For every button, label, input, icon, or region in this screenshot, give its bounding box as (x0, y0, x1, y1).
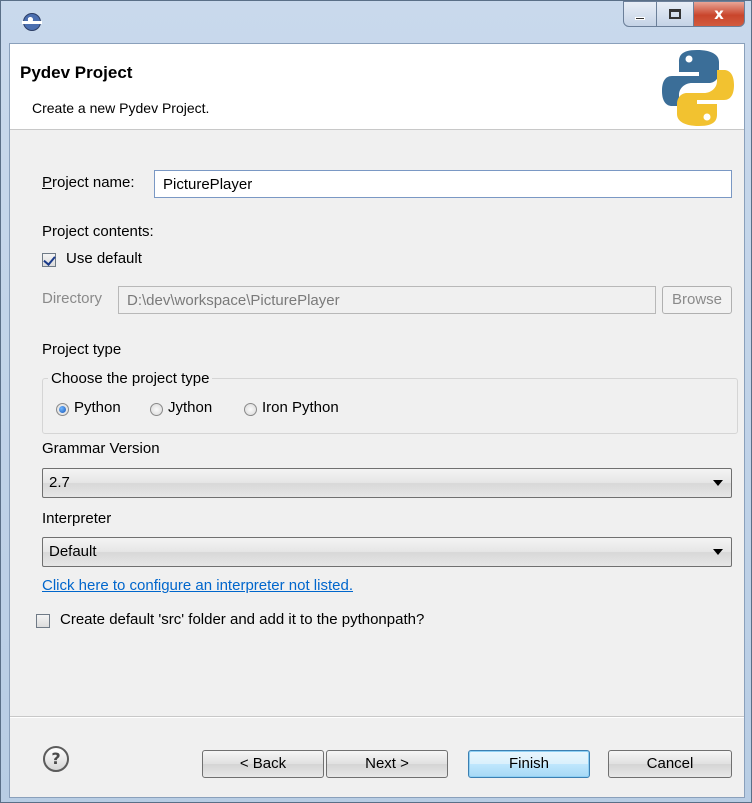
use-default-checkbox[interactable] (42, 253, 56, 267)
grammar-version-label: Grammar Version (42, 440, 160, 457)
jython-radio-label: Jython (168, 399, 213, 416)
browse-button: Browse (662, 286, 732, 314)
title-bar[interactable]: x (1, 1, 751, 43)
interpreter-label: Interpreter (42, 510, 112, 527)
page-title: Pydev Project (20, 63, 133, 82)
directory-input (118, 286, 656, 314)
configure-interpreter-link[interactable]: Click here to configure an interpreter n… (42, 577, 353, 594)
python-logo (662, 50, 734, 126)
project-name-input[interactable] (154, 170, 732, 198)
python-radio[interactable] (56, 403, 69, 416)
create-src-label: Create default 'src' folder and add it t… (60, 611, 425, 628)
wizard-content: Pydev Project Create a new Pydev Project… (9, 43, 745, 798)
help-icon[interactable]: ? (43, 746, 69, 772)
back-button[interactable]: < Back (202, 750, 324, 778)
create-src-checkbox[interactable] (36, 614, 50, 628)
project-name-label: Project name: (42, 174, 135, 191)
minimize-button[interactable] (623, 1, 657, 27)
footer-divider (10, 716, 744, 718)
cancel-button[interactable]: Cancel (608, 750, 732, 778)
close-icon: x (714, 5, 724, 23)
eclipse-icon[interactable] (22, 13, 42, 31)
directory-label: Directory (42, 290, 103, 307)
interpreter-value: Default (49, 543, 97, 560)
grammar-version-value: 2.7 (49, 474, 70, 491)
page-subtitle: Create a new Pydev Project. (32, 100, 210, 116)
maximize-icon (669, 9, 681, 19)
window-controls: x (623, 1, 745, 31)
project-type-group-label: Choose the project type (48, 370, 213, 387)
use-default-label: Use default (66, 250, 142, 267)
next-button[interactable]: Next > (326, 750, 448, 778)
iron-python-radio-label: Iron Python (262, 399, 339, 416)
interpreter-select[interactable]: Default (42, 537, 732, 567)
wizard-window: x Pydev Project Create a new Pydev Proje… (0, 0, 752, 803)
iron-python-radio[interactable] (244, 403, 257, 416)
python-radio-label: Python (74, 399, 121, 416)
chevron-down-icon (713, 480, 723, 486)
project-contents-label: Project contents: (42, 223, 154, 240)
finish-button[interactable]: Finish (468, 750, 590, 778)
wizard-header: Pydev Project Create a new Pydev Project… (10, 44, 744, 130)
project-type-label: Project type (42, 341, 122, 358)
jython-radio[interactable] (150, 403, 163, 416)
grammar-version-select[interactable]: 2.7 (42, 468, 732, 498)
chevron-down-icon (713, 549, 723, 555)
maximize-button[interactable] (656, 1, 694, 27)
minimize-icon (635, 16, 645, 20)
close-button[interactable]: x (693, 1, 745, 27)
